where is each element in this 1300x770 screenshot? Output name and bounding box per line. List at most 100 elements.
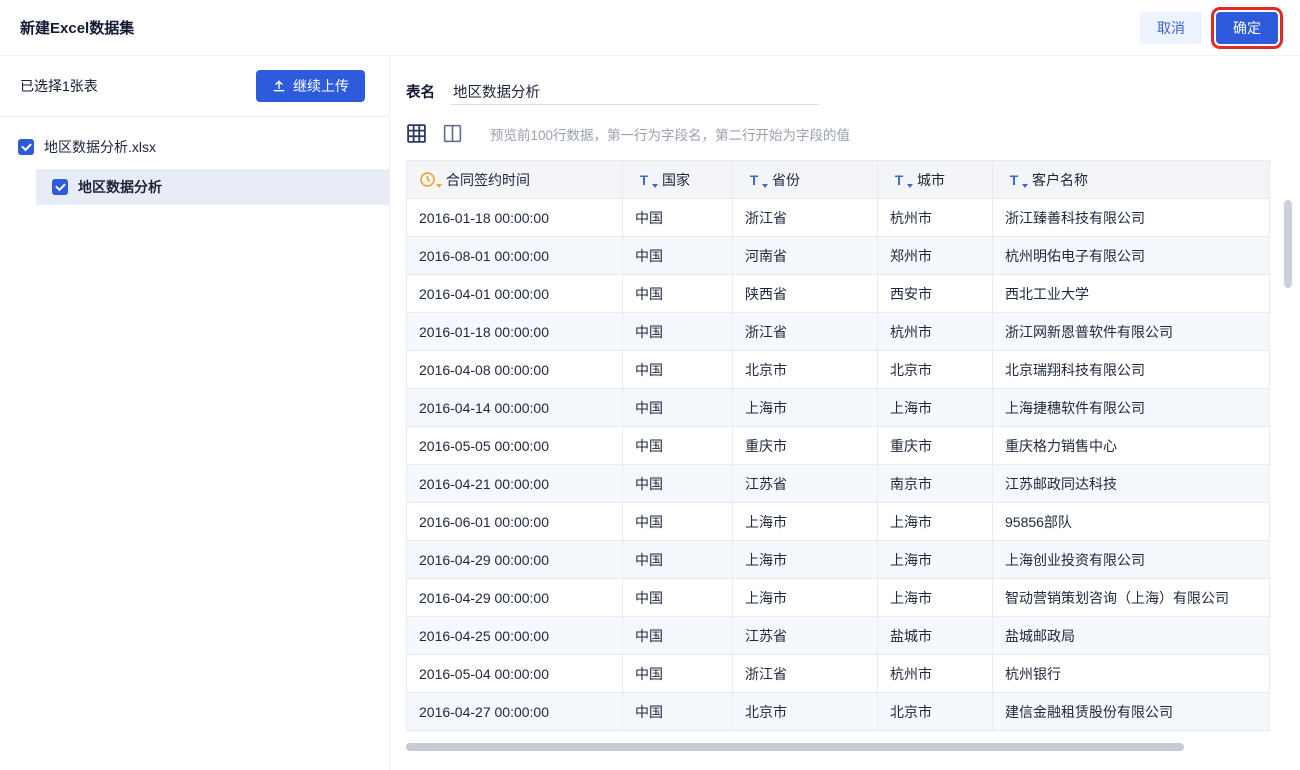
file-checkbox[interactable] <box>18 139 34 155</box>
table-row: 2016-05-05 00:00:00 中国 重庆市 重庆市 重庆格力销售中心 <box>406 426 1270 465</box>
table-row: 2016-08-01 00:00:00 中国 河南省 郑州市 杭州明佑电子有限公司 <box>406 236 1270 275</box>
text-type-icon: T <box>745 171 768 189</box>
table-cell: 北京市 <box>732 692 878 731</box>
column-header-province[interactable]: T 省份 <box>732 160 878 199</box>
text-type-icon: T <box>890 171 913 189</box>
table-cell: 重庆格力销售中心 <box>992 426 1270 465</box>
table-name-input[interactable] <box>451 78 819 105</box>
upload-icon <box>272 79 286 93</box>
table-cell: 浙江省 <box>732 312 878 351</box>
table-cell: 上海捷穗软件有限公司 <box>992 388 1270 427</box>
table-cell: 浙江省 <box>732 654 878 693</box>
table-cell: 2016-04-27 00:00:00 <box>406 692 623 731</box>
table-cell: 杭州市 <box>877 198 993 237</box>
preview-table: 合同签约时间 T 国家 T 省份 T 城市 T 客户名称 2016-01-18 … <box>406 160 1270 731</box>
table-row: 2016-01-18 00:00:00 中国 浙江省 杭州市 浙江网新恩普软件有限公司 <box>406 312 1270 351</box>
table-row: 2016-06-01 00:00:00 中国 上海市 上海市 95856部队 <box>406 502 1270 541</box>
table-cell: 浙江网新恩普软件有限公司 <box>992 312 1270 351</box>
table-cell: 上海市 <box>732 388 878 427</box>
text-type-icon: T <box>1005 171 1028 189</box>
table-cell: 上海市 <box>732 502 878 541</box>
table-row: 2016-04-14 00:00:00 中国 上海市 上海市 上海捷穗软件有限公司 <box>406 388 1270 427</box>
vertical-scrollbar[interactable] <box>1284 200 1292 760</box>
main-panel: 表名 预览前100行数据，第一行为字段名，第二行开始为字段的值 <box>390 56 1300 770</box>
confirm-button[interactable]: 确定 <box>1211 6 1283 49</box>
chevron-down-icon <box>762 183 768 188</box>
table-cell: 2016-04-29 00:00:00 <box>406 578 623 617</box>
column-header-label: 省份 <box>772 171 800 188</box>
table-cell: 中国 <box>622 312 733 351</box>
table-cell: 浙江省 <box>732 198 878 237</box>
table-cell: 2016-01-18 00:00:00 <box>406 198 623 237</box>
grid-view-icon[interactable] <box>406 123 428 145</box>
table-row: 2016-04-21 00:00:00 中国 江苏省 南京市 江苏邮政同达科技 <box>406 464 1270 503</box>
sidebar: 已选择1张表 继续上传 地区数据分析.xlsx 地区数据分析 <box>0 56 390 770</box>
vertical-scrollbar-thumb[interactable] <box>1284 200 1292 288</box>
table-name-row: 表名 <box>406 78 1270 105</box>
table-row: 2016-04-27 00:00:00 中国 北京市 北京市 建信金融租赁股份有限公司 <box>406 692 1270 731</box>
table-cell: 重庆市 <box>732 426 878 465</box>
table-cell: 中国 <box>622 464 733 503</box>
table-cell: 北京市 <box>877 692 993 731</box>
table-cell: 2016-04-25 00:00:00 <box>406 616 623 655</box>
file-tree: 地区数据分析.xlsx 地区数据分析 <box>0 117 389 205</box>
column-header-label: 城市 <box>917 171 945 188</box>
table-cell: 上海市 <box>732 540 878 579</box>
table-cell: 河南省 <box>732 236 878 275</box>
card-view-icon[interactable] <box>442 123 464 145</box>
page-title: 新建Excel数据集 <box>20 20 135 37</box>
table-cell: 2016-06-01 00:00:00 <box>406 502 623 541</box>
date-type-icon <box>419 171 442 189</box>
file-item-label: 地区数据分析.xlsx <box>44 139 156 155</box>
new-excel-dataset-dialog: 新建Excel数据集 取消 确定 已选择1张表 继续上传 地区数据分析.xlsx… <box>0 0 1300 770</box>
column-header-label: 客户名称 <box>1032 171 1088 188</box>
table-cell: 中国 <box>622 236 733 275</box>
table-cell: 2016-08-01 00:00:00 <box>406 236 623 275</box>
column-header-country[interactable]: T 国家 <box>622 160 733 199</box>
table-header-row: 合同签约时间 T 国家 T 省份 T 城市 T 客户名称 <box>406 160 1270 199</box>
chevron-down-icon <box>436 183 442 188</box>
column-header-customer[interactable]: T 客户名称 <box>992 160 1270 199</box>
preview-hint: 预览前100行数据，第一行为字段名，第二行开始为字段的值 <box>490 128 851 143</box>
upload-button-label: 继续上传 <box>293 78 349 94</box>
chevron-down-icon <box>652 183 658 188</box>
table-cell: 2016-04-14 00:00:00 <box>406 388 623 427</box>
preview-table-wrap: 合同签约时间 T 国家 T 省份 T 城市 T 客户名称 2016-01-18 … <box>406 160 1292 731</box>
table-cell: 中国 <box>622 198 733 237</box>
table-cell: 上海市 <box>732 578 878 617</box>
sidebar-top-bar: 已选择1张表 继续上传 <box>0 56 389 117</box>
table-cell: 杭州市 <box>877 312 993 351</box>
table-cell: 2016-05-05 00:00:00 <box>406 426 623 465</box>
horizontal-scrollbar[interactable] <box>406 743 1270 751</box>
table-cell: 智动营销策划咨询（上海）有限公司 <box>992 578 1270 617</box>
column-header-contract-date[interactable]: 合同签约时间 <box>406 160 623 199</box>
text-type-icon: T <box>635 171 658 189</box>
table-row: 2016-01-18 00:00:00 中国 浙江省 杭州市 浙江臻善科技有限公司 <box>406 198 1270 237</box>
table-row: 2016-04-25 00:00:00 中国 江苏省 盐城市 盐城邮政局 <box>406 616 1270 655</box>
table-name-label: 表名 <box>406 85 435 101</box>
column-header-city[interactable]: T 城市 <box>877 160 993 199</box>
file-item[interactable]: 地区数据分析.xlsx <box>0 129 389 165</box>
table-cell: 盐城邮政局 <box>992 616 1270 655</box>
preview-toolbar: 预览前100行数据，第一行为字段名，第二行开始为字段的值 <box>406 123 1270 145</box>
table-body: 2016-01-18 00:00:00 中国 浙江省 杭州市 浙江臻善科技有限公司 201… <box>406 198 1270 731</box>
table-cell: 杭州市 <box>877 654 993 693</box>
continue-upload-button[interactable]: 继续上传 <box>256 70 365 102</box>
table-cell: 上海市 <box>877 578 993 617</box>
table-cell: 2016-04-21 00:00:00 <box>406 464 623 503</box>
table-cell: 江苏省 <box>732 616 878 655</box>
table-cell: 中国 <box>622 616 733 655</box>
horizontal-scrollbar-thumb[interactable] <box>406 743 1184 751</box>
table-cell: 北京市 <box>732 350 878 389</box>
cancel-button[interactable]: 取消 <box>1140 11 1202 44</box>
table-cell: 郑州市 <box>877 236 993 275</box>
table-cell: 杭州明佑电子有限公司 <box>992 236 1270 275</box>
table-cell: 中国 <box>622 426 733 465</box>
dialog-header: 新建Excel数据集 取消 确定 <box>0 0 1300 56</box>
table-cell: 上海市 <box>877 502 993 541</box>
table-cell: 95856部队 <box>992 502 1270 541</box>
sheet-checkbox[interactable] <box>52 179 68 195</box>
table-cell: 中国 <box>622 654 733 693</box>
sheet-item-selected[interactable]: 地区数据分析 <box>36 169 389 205</box>
table-cell: 江苏省 <box>732 464 878 503</box>
